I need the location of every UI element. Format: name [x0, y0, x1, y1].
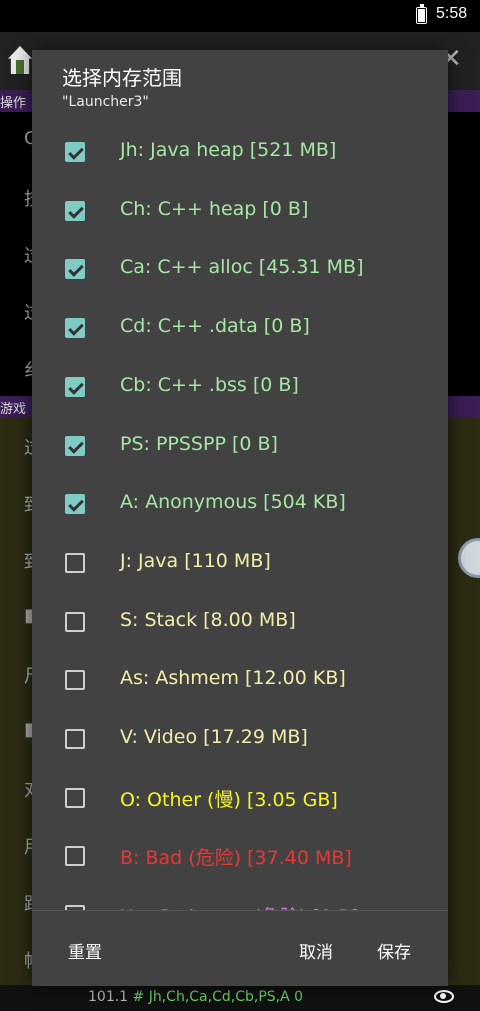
- checkbox-unchecked-icon[interactable]: [65, 729, 85, 749]
- range-item[interactable]: J: Java [110 MB]: [32, 535, 448, 593]
- range-item[interactable]: V: Video [17.29 MB]: [32, 711, 448, 769]
- range-item[interactable]: A: Anonymous [504 KB]: [32, 476, 448, 534]
- battery-icon: [416, 4, 427, 24]
- checkbox-checked-icon[interactable]: [65, 142, 85, 162]
- range-item[interactable]: Jh: Java heap [521 MB]: [32, 124, 448, 182]
- range-item[interactable]: Ch: C++ heap [0 B]: [32, 183, 448, 241]
- ranges-text: Jh,Ch,Ca,Cd,Cb,PS,A 0: [148, 989, 304, 1005]
- range-item-label: A: Anonymous [504 KB]: [120, 491, 346, 514]
- range-item[interactable]: O: Other (慢) [3.05 GB]: [32, 770, 448, 828]
- checkbox-checked-icon[interactable]: [65, 494, 85, 515]
- section-label: 操作: [0, 96, 27, 111]
- range-item-label: Cb: C++ .bss [0 B]: [120, 373, 299, 396]
- home-icon[interactable]: [8, 46, 32, 74]
- range-item-label: B: Bad (危险) [37.40 MB]: [120, 847, 352, 870]
- range-item-label: Cd: C++ .data [0 B]: [120, 315, 310, 338]
- dialog-title: 选择内存范围: [62, 66, 182, 90]
- range-item[interactable]: Ca: C++ alloc [45.31 MB]: [32, 241, 448, 299]
- checkbox-unchecked-icon[interactable]: [65, 611, 85, 632]
- eye-icon[interactable]: [434, 990, 454, 1003]
- range-item-label: Ca: C++ alloc [45.31 MB]: [120, 256, 364, 279]
- checkbox-checked-icon[interactable]: [65, 259, 85, 280]
- hash-prefix: #: [132, 989, 145, 1005]
- checkbox-checked-icon[interactable]: [65, 376, 85, 397]
- range-item-label: V: Video [17.29 MB]: [120, 726, 308, 748]
- checkbox-unchecked-icon[interactable]: [65, 552, 85, 573]
- range-item[interactable]: PS: PPSSPP [0 B]: [32, 418, 448, 476]
- checkbox-checked-icon[interactable]: [65, 435, 85, 456]
- checkbox-unchecked-icon[interactable]: [65, 670, 85, 691]
- range-item-label: Ch: C++ heap [0 B]: [120, 197, 309, 220]
- range-item[interactable]: S: Stack [8.00 MB]: [32, 594, 448, 652]
- range-item-label: Xa: Code app (危险) [0 B]: [120, 902, 358, 910]
- range-item-label: O: Other (慢) [3.05 GB]: [120, 788, 338, 811]
- checkbox-checked-icon[interactable]: [65, 318, 85, 339]
- status-time: 5:58: [436, 5, 468, 22]
- address-text: 101.1: [88, 989, 129, 1005]
- dialog-subtitle: "Launcher3": [62, 94, 149, 110]
- range-item-label: PS: PPSSPP [0 B]: [120, 432, 278, 455]
- checkbox-unchecked-icon[interactable]: [65, 787, 85, 808]
- checkbox-unchecked-icon[interactable]: [65, 846, 85, 867]
- section-label: 游戏: [0, 402, 27, 417]
- checkbox-checked-icon[interactable]: [65, 200, 85, 221]
- reset-button[interactable]: 重置: [68, 938, 102, 963]
- memory-range-dialog: 选择内存范围 "Launcher3" Jh: Java heap [521 MB…: [32, 50, 448, 986]
- dialog-divider: [32, 910, 448, 911]
- range-list[interactable]: Jh: Java heap [521 MB] Ch: C++ heap [0 B]…: [32, 124, 448, 910]
- range-item-label: As: Ashmem [12.00 KB]: [120, 667, 346, 690]
- bottom-status: 101.1 # Jh,Ch,Ca,Cd,Cb,PS,A 0: [0, 985, 480, 1011]
- range-item-label: S: Stack [8.00 MB]: [120, 608, 296, 631]
- range-item[interactable]: Xa: Code app (危险) [0 B]: [32, 887, 448, 910]
- status-bar: 5:58: [0, 0, 480, 32]
- range-item[interactable]: As: Ashmem [12.00 KB]: [32, 652, 448, 710]
- range-item-label: J: Java [110 MB]: [120, 549, 271, 572]
- cancel-button[interactable]: 取消: [299, 938, 333, 963]
- range-item[interactable]: B: Bad (危险) [37.40 MB]: [32, 828, 448, 886]
- range-item-label: Jh: Java heap [521 MB]: [120, 139, 337, 161]
- range-item[interactable]: Cd: C++ .data [0 B]: [32, 300, 448, 358]
- save-button[interactable]: 保存: [377, 938, 411, 963]
- range-item[interactable]: Cb: C++ .bss [0 B]: [32, 359, 448, 417]
